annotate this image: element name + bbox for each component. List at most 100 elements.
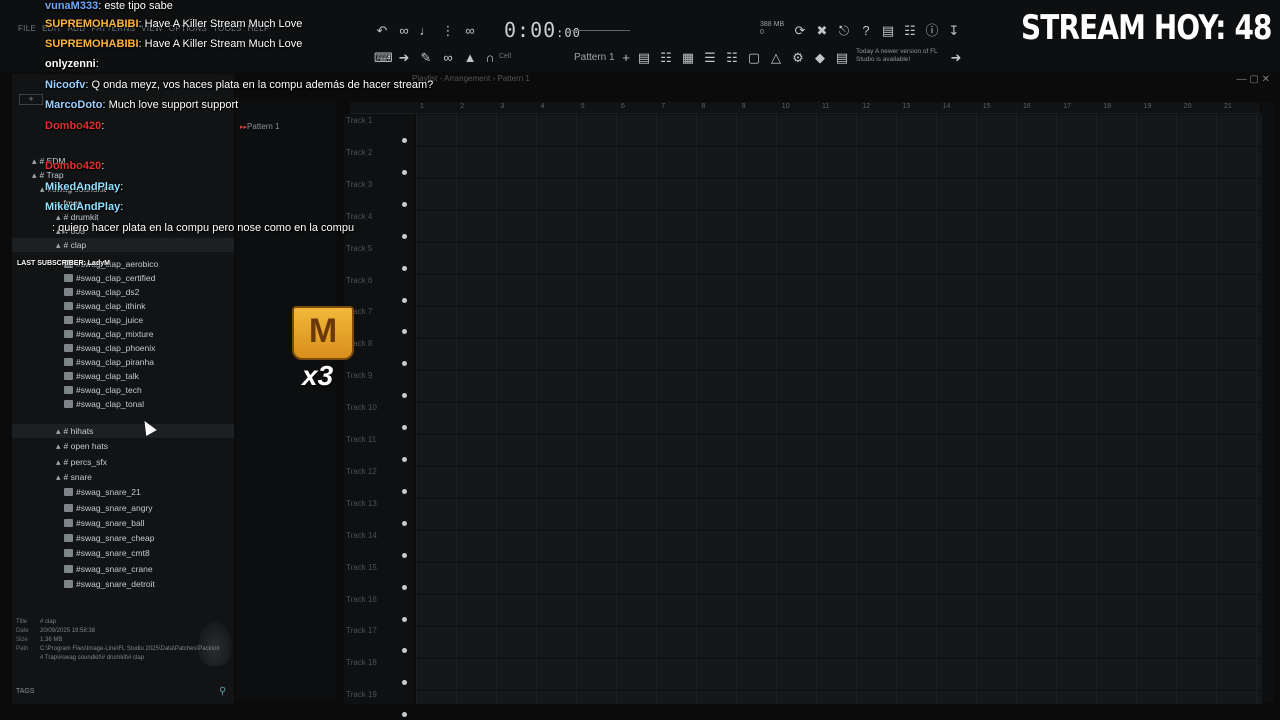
track-label[interactable]: Track 15	[346, 563, 377, 572]
download-icon[interactable]: ↧	[946, 23, 962, 39]
browser-file[interactable]: #swag_snare_crane	[12, 562, 234, 576]
cut-icon[interactable]: ✖	[814, 23, 830, 39]
browser-file[interactable]: #swag_clap_certified	[12, 271, 234, 285]
magnet-icon[interactable]: ∩	[482, 50, 498, 66]
track-mute-dot[interactable]	[402, 680, 407, 686]
track-label[interactable]: Track 19	[346, 690, 377, 699]
step-icon[interactable]: ⋮	[440, 23, 456, 39]
track-label[interactable]: Track 14	[346, 531, 377, 540]
browser-file[interactable]: #swag_clap_phoenix	[12, 341, 234, 355]
track-mute-dot[interactable]	[402, 488, 407, 494]
track-mute-dot[interactable]	[402, 201, 407, 207]
mixer-icon[interactable]: ☰	[702, 50, 718, 66]
track-label[interactable]: Track 2	[346, 148, 372, 157]
browser-file[interactable]: #swag_snare_angry	[12, 501, 234, 515]
track-mute-dot[interactable]	[402, 329, 407, 335]
channel-rack-icon[interactable]: ▦	[680, 50, 696, 66]
browser-file[interactable]: #swag_clap_ds2	[12, 285, 234, 299]
browser-file[interactable]: #swag_clap_juice	[12, 313, 234, 327]
track-label[interactable]: Track 13	[346, 499, 377, 508]
track-mute-dot[interactable]	[402, 425, 407, 431]
refresh-icon[interactable]: ⟳	[792, 23, 808, 39]
track-label[interactable]: Track 16	[346, 595, 377, 604]
browser-file[interactable]: #swag_snare_cheap	[12, 531, 234, 545]
pattern-selector[interactable]: Pattern 1	[574, 52, 615, 63]
link-icon[interactable]: ∞	[440, 50, 456, 66]
plugin-icon[interactable]: ☷	[902, 23, 918, 39]
track-label[interactable]: Track 17	[346, 626, 377, 635]
news-panel[interactable]: Today A newer version of FL Studio is av…	[856, 48, 956, 64]
track-label[interactable]: Track 11	[346, 435, 376, 444]
tempo-bar[interactable]	[572, 30, 630, 31]
browser-file[interactable]: #swag_clap_ithink	[12, 299, 234, 313]
playlist-ruler[interactable]: 1 2 3 4 5 6 7 8 9 10 11 12 13 14 15 16 17 18 19 20 21	[350, 102, 1260, 114]
vertical-scrollbar[interactable]	[1262, 102, 1274, 702]
info-icon[interactable]: ⓘ	[924, 23, 940, 39]
piano-roll-icon[interactable]: ☷	[658, 50, 674, 66]
blend-icon[interactable]: ∞	[462, 23, 478, 39]
track-label[interactable]: Track 3	[346, 180, 372, 189]
minimize-icon[interactable]: —	[1237, 74, 1247, 85]
news-arrow-icon[interactable]: ➜	[948, 50, 964, 66]
browser-file[interactable]: #swag_clap_mixture	[12, 327, 234, 341]
browser-file[interactable]: #swag_clap_tonal	[12, 397, 234, 411]
loop-icon[interactable]: ∞	[396, 23, 412, 39]
search-icon[interactable]: ⚲	[219, 686, 226, 697]
menu-file[interactable]: FILE	[18, 24, 36, 33]
track-label[interactable]: Track 9	[346, 371, 372, 380]
track-mute-dot[interactable]	[402, 648, 407, 654]
keyboard-icon[interactable]: ⌨	[374, 50, 393, 66]
arrow-right-icon[interactable]: ➜	[396, 50, 412, 66]
playlist-icon[interactable]: ▤	[636, 50, 652, 66]
track-mute-dot[interactable]	[402, 712, 407, 718]
track-mute-dot[interactable]	[402, 584, 407, 590]
browser-file[interactable]: #swag_snare_21	[12, 485, 234, 499]
browser-folder[interactable]: ▴ # hihats	[12, 424, 234, 438]
save-icon[interactable]: ▤	[880, 23, 896, 39]
undo-icon[interactable]: ↶	[374, 23, 390, 39]
cart-icon[interactable]: ▤	[834, 50, 850, 66]
tools-icon[interactable]: ⚙	[790, 50, 806, 66]
browser-folder[interactable]: ▴ # open hats	[12, 439, 234, 453]
track-mute-dot[interactable]	[402, 457, 407, 462]
track-label[interactable]: Track 18	[346, 658, 377, 667]
track-label[interactable]: Track 4	[346, 212, 372, 221]
pencil-icon[interactable]: ✎	[418, 50, 434, 66]
track-label[interactable]: Track 5	[346, 244, 372, 253]
browser-add-button[interactable]: +	[19, 94, 43, 105]
browser-file[interactable]: #swag_snare_cmt8	[12, 546, 234, 560]
browser-file[interactable]: #swag_snare_ball	[12, 516, 234, 530]
pin-icon[interactable]: △	[768, 50, 784, 66]
browser-icon[interactable]: ☷	[724, 50, 740, 66]
track-mute-dot[interactable]	[402, 138, 407, 143]
track-mute-dot[interactable]	[402, 520, 407, 526]
metronome-icon[interactable]: ♩	[418, 23, 434, 39]
playlist-grid[interactable]	[416, 114, 1262, 704]
browser-folder[interactable]: ▴ # snare	[12, 470, 234, 484]
stamp-icon[interactable]: ▲	[462, 50, 478, 66]
track-mute-dot[interactable]	[402, 552, 407, 558]
browser-file[interactable]: #swag_clap_talk	[12, 369, 234, 383]
track-label[interactable]: Track 12	[346, 467, 377, 476]
maximize-icon[interactable]: ▢	[1249, 74, 1258, 85]
track-mute-dot[interactable]	[402, 297, 407, 303]
browser-file[interactable]: #swag_clap_tech	[12, 383, 234, 397]
picker-pattern-item[interactable]: Pattern 1	[240, 122, 279, 131]
track-mute-dot[interactable]	[402, 393, 407, 399]
plugin-picker-icon[interactable]: ◆	[812, 50, 828, 66]
track-mute-dot[interactable]	[402, 265, 407, 271]
file-icon[interactable]: ▢	[746, 50, 762, 66]
browser-folder[interactable]: ▴ # percs_sfx	[12, 455, 234, 469]
track-mute-dot[interactable]	[402, 616, 407, 622]
track-label[interactable]: Track 10	[346, 403, 377, 412]
help-icon[interactable]: ?	[858, 23, 874, 39]
mic-icon[interactable]: ⎋	[836, 23, 852, 39]
track-mute-dot[interactable]	[402, 361, 407, 367]
track-mute-dot[interactable]	[402, 169, 407, 175]
track-label[interactable]: Track 1	[346, 116, 372, 125]
browser-file[interactable]: #swag_clap_piranha	[12, 355, 234, 369]
browser-file[interactable]: #swag_snare_detroit	[12, 577, 234, 591]
track-mute-dot[interactable]	[402, 233, 407, 239]
add-pattern-icon[interactable]: +	[618, 50, 634, 66]
browser-folder[interactable]: ▴ # clap	[12, 238, 234, 252]
